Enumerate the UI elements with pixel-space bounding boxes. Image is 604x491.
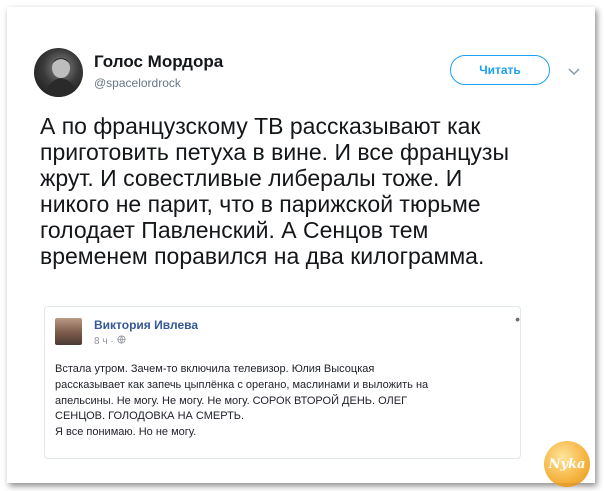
more-options-icon[interactable]: • [515,312,520,326]
tweet-text-line: приготовить петуха в вине. И все француз… [40,139,509,165]
quoted-author-name[interactable]: Виктория Ивлева [94,318,198,332]
quoted-text-line: Встала утром. Зачем-то включила телевизо… [55,363,375,375]
quoted-text-line: СЕНЦОВ. ГОЛОДОВКА НА СМЕРТЬ. [55,410,245,423]
quoted-text-line: Я все понимаю. Но не могу. [55,426,197,439]
quoted-post-text: Встала утром. Зачем-то включила телевизо… [55,362,515,441]
tweet-text-line: А по французскому ТВ рассказывают как [40,113,481,139]
watermark-logo: Nyka [544,441,590,487]
follow-button[interactable]: Читать [450,55,550,85]
chevron-down-icon[interactable] [568,63,580,81]
quoted-text-line: апельсины. Не могу. Не могу. Не могу. СО… [55,394,408,407]
tweet-text-line: временем поравился на два килограмма. [40,243,485,269]
quoted-post-meta: 8 ч · [94,335,126,347]
tweet-card: Голос Мордора @spacelordrock Читать А по… [7,7,595,487]
quoted-post[interactable]: Виктория Ивлева 8 ч · • Встала утром. За… [44,306,521,459]
quoted-author-avatar[interactable] [55,318,82,345]
display-name[interactable]: Голос Мордора [94,52,223,72]
globe-icon [117,335,126,347]
quoted-post-time[interactable]: 8 ч · [94,336,114,347]
user-avatar[interactable] [34,48,83,97]
tweet-text: А по французскому ТВ рассказывают как пр… [40,113,588,269]
tweet-text-line: голодает Павленский. А Сенцов тем [40,217,429,243]
quoted-text-line: рассказывает как запечь цыплёнка с орега… [55,378,429,391]
tweet-text-line: никого не парит, что в парижской тюрьме [40,191,481,217]
tweet-text-line: жрут. И совестливые либералы тоже. И [40,165,463,191]
user-handle[interactable]: @spacelordrock [94,76,181,90]
